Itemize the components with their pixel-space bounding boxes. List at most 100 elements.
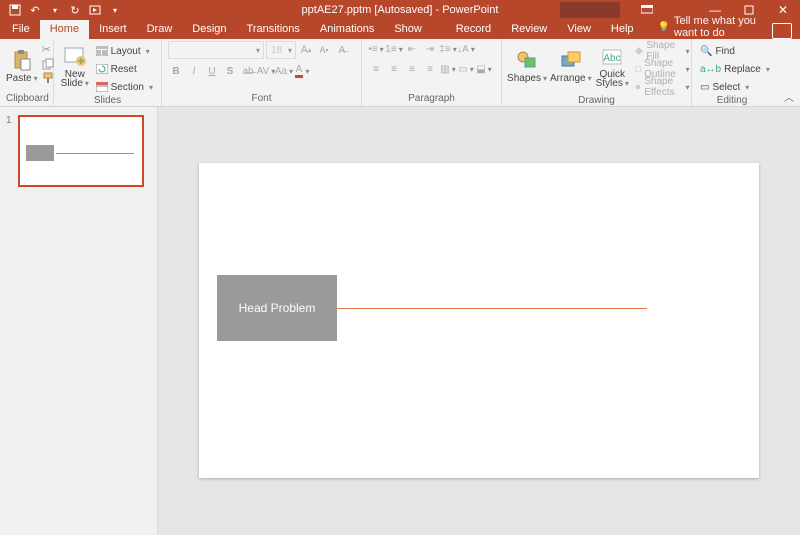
select-button[interactable]: ▭Select xyxy=(698,79,772,95)
arrange-icon xyxy=(559,48,583,72)
thumb-shape xyxy=(26,145,54,161)
bold-icon[interactable]: B xyxy=(168,63,184,79)
tab-transitions[interactable]: Transitions xyxy=(237,20,310,39)
group-slides: New Slide Layout Reset Section Slides xyxy=(54,39,162,106)
shape-fill-button[interactable]: Shape Fill xyxy=(633,43,692,59)
new-slide-button[interactable]: New Slide xyxy=(60,41,90,91)
smart-art-icon[interactable]: ⬓ xyxy=(476,61,492,77)
paste-button[interactable]: Paste xyxy=(6,41,38,91)
quick-styles-icon: Abc xyxy=(600,45,624,69)
clear-formatting-icon[interactable]: A̶ xyxy=(334,42,350,58)
select-label: Select xyxy=(712,82,740,93)
account-area[interactable] xyxy=(560,2,620,18)
slide-thumbnail-1[interactable]: 1 xyxy=(6,115,151,187)
tab-file[interactable]: File xyxy=(2,20,40,39)
tab-animations[interactable]: Animations xyxy=(310,20,384,39)
font-color-icon[interactable]: A xyxy=(294,63,310,79)
qat-customize-icon[interactable]: ▾ xyxy=(108,3,122,17)
increase-indent-icon[interactable]: ⇥ xyxy=(422,41,438,57)
italic-icon[interactable]: I xyxy=(186,63,202,79)
arrange-label: Arrange xyxy=(550,73,592,84)
start-from-beginning-icon[interactable] xyxy=(88,3,102,17)
increase-font-icon[interactable]: A▴ xyxy=(298,42,314,58)
cut-icon[interactable]: ✂ xyxy=(42,43,54,56)
slide-title-box[interactable]: Head Problem xyxy=(217,275,337,341)
shapes-icon xyxy=(515,48,539,72)
svg-text:Abc: Abc xyxy=(604,53,621,64)
group-editing: 🔍Find a↔bReplace ▭Select Editing xyxy=(692,39,772,106)
save-icon[interactable] xyxy=(8,3,22,17)
align-text-icon[interactable]: ▭ xyxy=(458,61,474,77)
format-painter-icon[interactable] xyxy=(42,72,54,84)
bullets-icon[interactable]: •≡ xyxy=(368,41,384,57)
find-button[interactable]: 🔍Find xyxy=(698,43,772,59)
workspace: 1 Head Problem xyxy=(0,107,800,535)
align-left-icon[interactable]: ≡ xyxy=(368,61,384,77)
replace-label: Replace xyxy=(724,64,761,75)
decrease-font-icon[interactable]: A▾ xyxy=(316,42,332,58)
shapes-label: Shapes xyxy=(507,73,547,84)
tab-help[interactable]: Help xyxy=(601,20,644,39)
tab-design[interactable]: Design xyxy=(182,20,236,39)
copy-icon[interactable] xyxy=(42,58,54,70)
tab-view[interactable]: View xyxy=(557,20,601,39)
char-spacing-icon[interactable]: AV xyxy=(258,63,274,79)
share-button[interactable] xyxy=(772,23,792,39)
reset-button[interactable]: Reset xyxy=(94,61,155,77)
paste-icon xyxy=(10,48,34,72)
strike-icon[interactable]: a̶b̶ xyxy=(240,63,256,79)
ribbon-tabs: File Home Insert Draw Design Transitions… xyxy=(0,20,800,39)
text-direction-icon[interactable]: ↓A xyxy=(458,41,474,57)
font-size-value: 18 xyxy=(271,45,282,56)
columns-icon[interactable]: ▥ xyxy=(440,61,456,77)
tab-insert[interactable]: Insert xyxy=(89,20,137,39)
slide-editor[interactable]: Head Problem xyxy=(158,107,800,535)
shape-outline-button[interactable]: Shape Outline xyxy=(633,61,692,77)
group-font: ▾ 18▾ A▴ A▾ A̶ B I U S a̶b̶ AV Aa A F xyxy=(162,39,362,106)
ribbon-display-options-icon[interactable] xyxy=(634,0,660,20)
group-editing-label: Editing xyxy=(698,95,766,108)
quick-styles-button[interactable]: Abc Quick Styles xyxy=(596,41,629,91)
thumb-number: 1 xyxy=(6,115,14,187)
shape-effects-button[interactable]: Shape Effects xyxy=(633,79,692,95)
redo-icon[interactable]: ↻ xyxy=(68,3,82,17)
tab-home[interactable]: Home xyxy=(40,20,89,39)
group-font-label: Font xyxy=(168,93,355,106)
shadow-icon[interactable]: S xyxy=(222,63,238,79)
tab-review[interactable]: Review xyxy=(501,20,557,39)
change-case-icon[interactable]: Aa xyxy=(276,63,292,79)
underline-icon[interactable]: U xyxy=(204,63,220,79)
decrease-indent-icon[interactable]: ⇤ xyxy=(404,41,420,57)
line-spacing-icon[interactable]: ‡≡ xyxy=(440,41,456,57)
paste-label: Paste xyxy=(6,73,38,84)
collapse-ribbon-icon[interactable]: ︿ xyxy=(784,89,794,104)
align-right-icon[interactable]: ≡ xyxy=(404,61,420,77)
shapes-button[interactable]: Shapes xyxy=(508,41,546,91)
section-label: Section xyxy=(111,82,144,93)
tab-draw[interactable]: Draw xyxy=(137,20,183,39)
replace-button[interactable]: a↔bReplace xyxy=(698,61,772,77)
tab-record[interactable]: Record xyxy=(446,20,501,39)
slide-divider-line[interactable] xyxy=(337,308,647,309)
undo-icon[interactable]: ↶ xyxy=(28,3,42,17)
font-name-combo[interactable]: ▾ xyxy=(168,41,264,59)
replace-icon: a↔b xyxy=(700,64,721,75)
ribbon: Paste ✂ Clipboard New Slide Layout Reset… xyxy=(0,39,800,107)
title-aux-controls xyxy=(634,0,660,20)
arrange-button[interactable]: Arrange xyxy=(550,41,592,91)
justify-icon[interactable]: ≡ xyxy=(422,61,438,77)
layout-button[interactable]: Layout xyxy=(94,43,155,59)
slide-canvas[interactable]: Head Problem xyxy=(199,163,759,478)
section-button[interactable]: Section xyxy=(94,79,155,95)
group-drawing: Shapes Arrange Abc Quick Styles Shape Fi… xyxy=(502,39,692,106)
new-slide-label: New Slide xyxy=(61,70,89,88)
group-drawing-label: Drawing xyxy=(508,95,685,108)
tell-me-label: Tell me what you want to do xyxy=(674,15,772,39)
undo-more-icon[interactable]: ▾ xyxy=(48,3,62,17)
layout-label: Layout xyxy=(111,46,141,57)
numbering-icon[interactable]: 1≡ xyxy=(386,41,402,57)
thumbnail-preview xyxy=(18,115,144,187)
align-center-icon[interactable]: ≡ xyxy=(386,61,402,77)
tell-me-search[interactable]: 💡 Tell me what you want to do xyxy=(658,15,772,39)
font-size-combo[interactable]: 18▾ xyxy=(266,41,296,59)
